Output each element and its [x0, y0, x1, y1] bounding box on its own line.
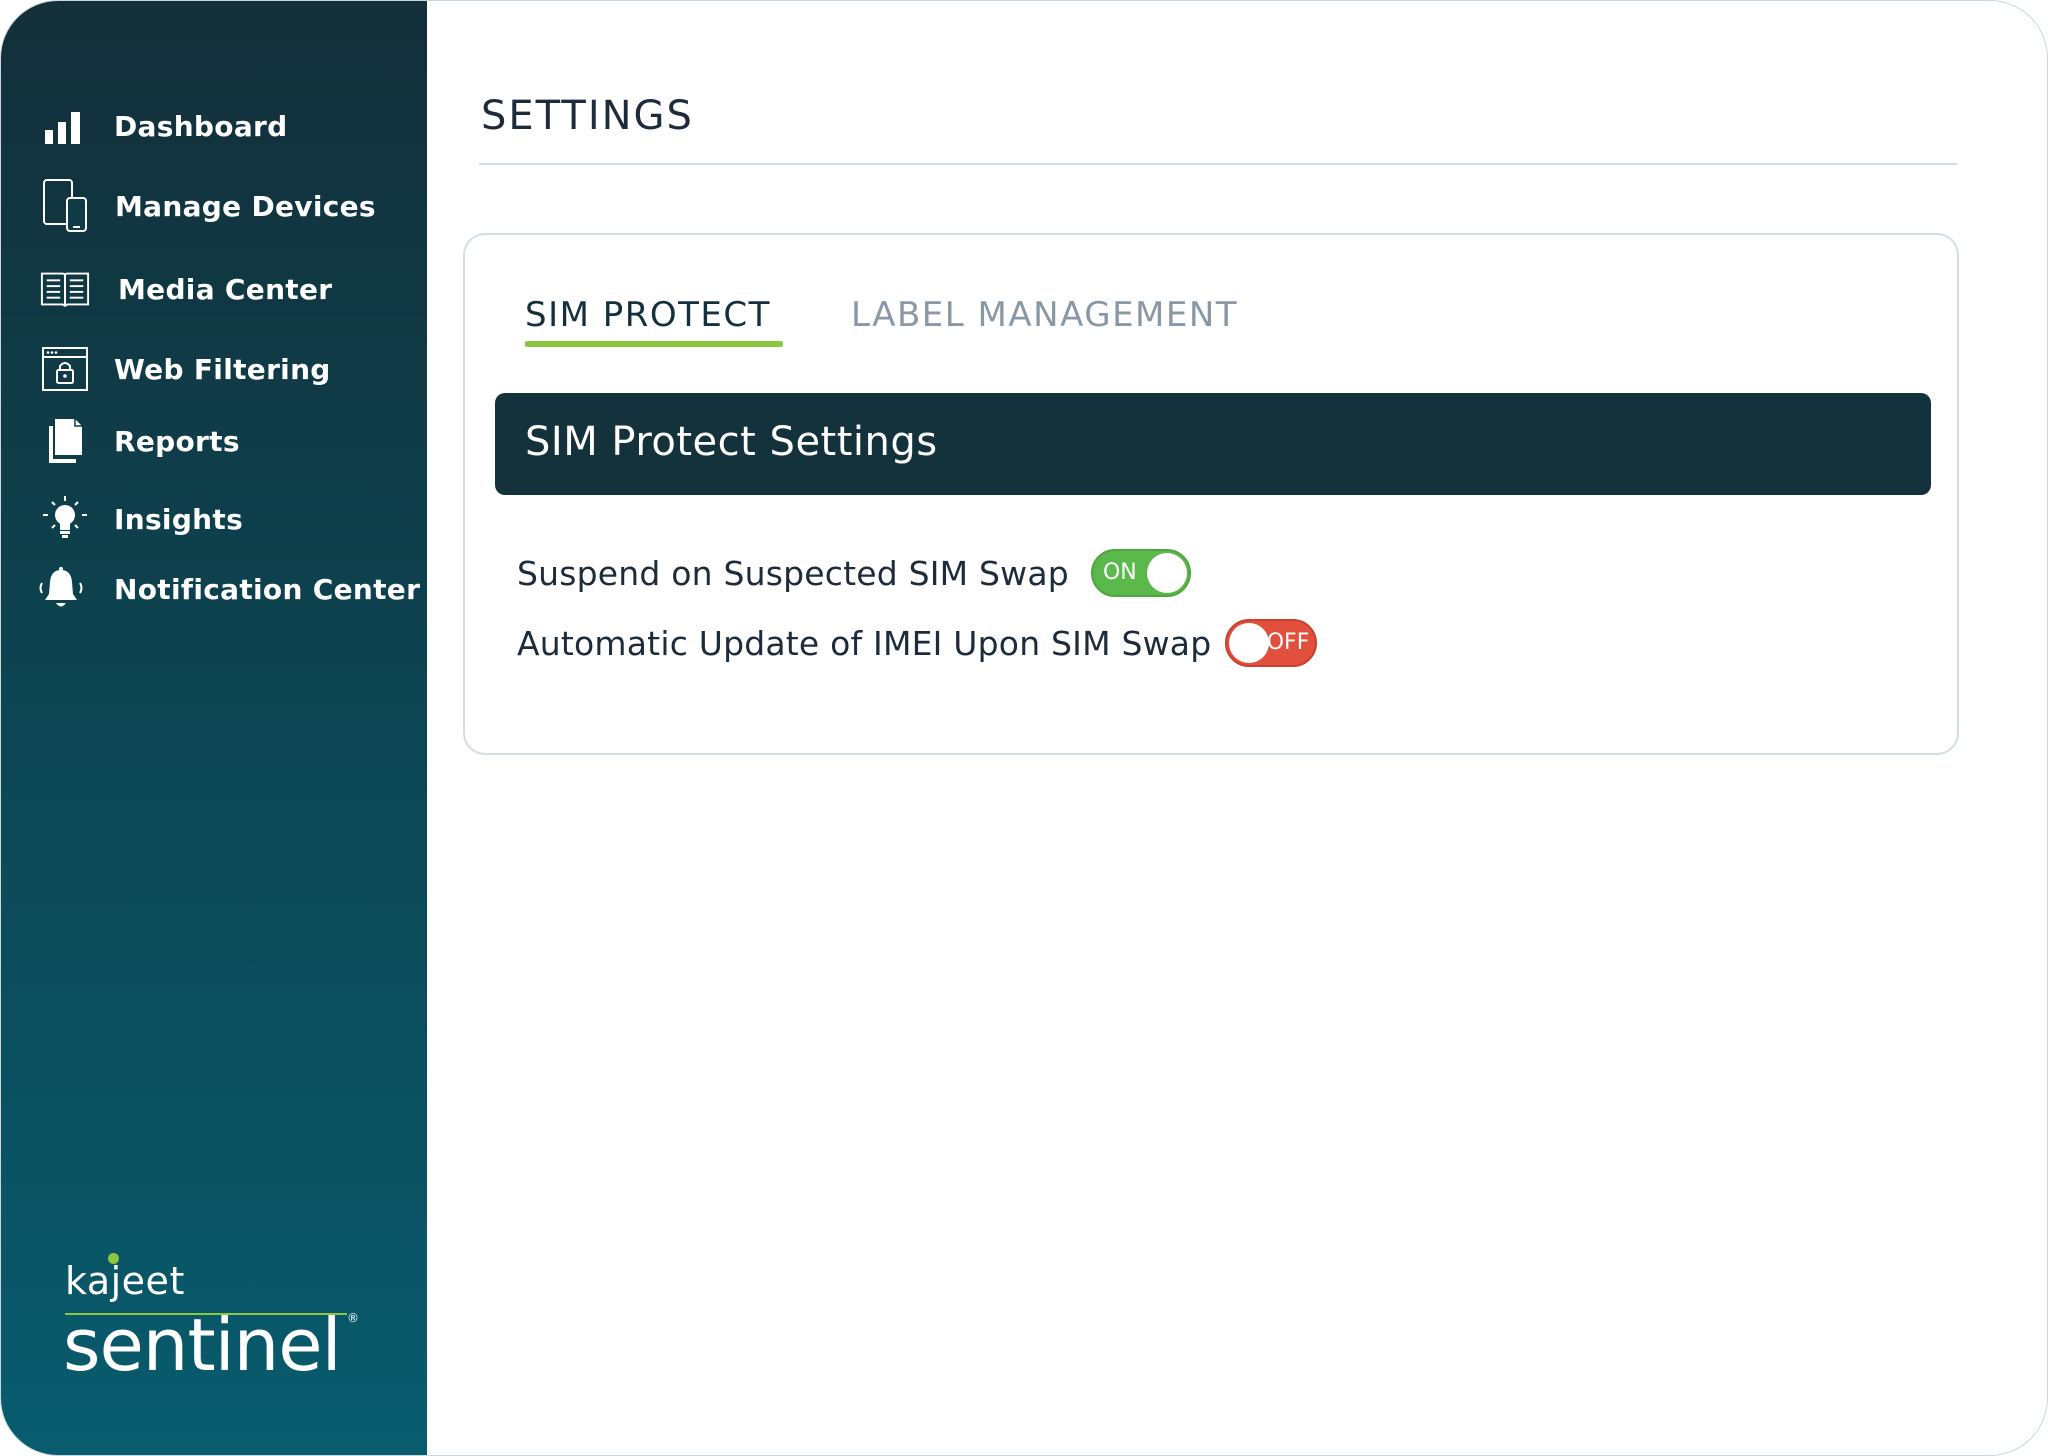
section-title: SIM Protect Settings: [525, 419, 938, 465]
sidebar: Dashboard Manage Devices Media Center We…: [1, 1, 427, 1455]
sidebar-item-label: Dashboard: [114, 109, 288, 143]
toggle-state-label: OFF: [1266, 630, 1310, 655]
sidebar-item-label: Web Filtering: [114, 352, 331, 386]
sidebar-item-dashboard[interactable]: Dashboard: [1, 96, 427, 156]
sidebar-item-reports[interactable]: Reports: [1, 411, 427, 471]
settings-card: SIM PROTECT LABEL MANAGEMENT SIM Protect…: [463, 233, 1959, 755]
app-window: Dashboard Manage Devices Media Center We…: [0, 0, 2048, 1456]
bar-chart-icon: [39, 100, 91, 152]
sidebar-item-notification-center[interactable]: Notification Center: [1, 559, 427, 619]
devices-icon: [39, 179, 91, 232]
setting-label: Suspend on Suspected SIM Swap: [517, 553, 1069, 593]
section-header: SIM Protect Settings: [495, 393, 1931, 495]
lightbulb-icon: [39, 493, 91, 545]
logo-brand: kajeet: [65, 1259, 185, 1303]
suspend-sim-swap-toggle[interactable]: ON: [1090, 549, 1191, 597]
sidebar-item-media-center[interactable]: Media Center: [1, 259, 427, 319]
kajeet-sentinel-logo: kajeet sentinel ®: [63, 1253, 363, 1387]
tab-sim-protect[interactable]: SIM PROTECT: [525, 295, 771, 335]
open-book-icon: [39, 263, 91, 315]
tab-label-management[interactable]: LABEL MANAGEMENT: [851, 295, 1238, 335]
browser-lock-icon: [39, 343, 91, 395]
setting-row-auto-update-imei: Automatic Update of IMEI Upon SIM Swap O…: [517, 617, 1318, 669]
sidebar-item-web-filtering[interactable]: Web Filtering: [1, 339, 427, 399]
setting-row-suspend-sim-swap: Suspend on Suspected SIM Swap ON: [517, 547, 1191, 599]
logo-dot: [108, 1253, 119, 1264]
active-tab-indicator: [525, 341, 783, 347]
sidebar-item-label: Media Center: [118, 272, 333, 306]
page-title: SETTINGS: [481, 93, 694, 139]
logo-registered-mark: ®: [347, 1311, 359, 1325]
sidebar-item-label: Reports: [114, 424, 240, 458]
toggle-knob: [1229, 623, 1270, 663]
title-divider: [479, 163, 1957, 165]
toggle-state-label: ON: [1102, 560, 1137, 585]
setting-label: Automatic Update of IMEI Upon SIM Swap: [517, 623, 1212, 663]
sidebar-item-insights[interactable]: Insights: [1, 489, 427, 549]
toggle-knob: [1146, 553, 1187, 593]
auto-update-imei-toggle[interactable]: OFF: [1225, 619, 1318, 667]
sidebar-item-label: Notification Center: [114, 572, 421, 606]
sidebar-item-label: Insights: [114, 502, 244, 536]
bell-icon: [35, 563, 87, 615]
documents-icon: [39, 415, 91, 467]
sidebar-item-label: Manage Devices: [115, 189, 376, 223]
main-content: SETTINGS SIM PROTECT LABEL MANAGEMENT SI…: [427, 1, 2047, 1455]
logo-product: sentinel: [63, 1303, 342, 1387]
sidebar-item-manage-devices[interactable]: Manage Devices: [1, 176, 427, 236]
